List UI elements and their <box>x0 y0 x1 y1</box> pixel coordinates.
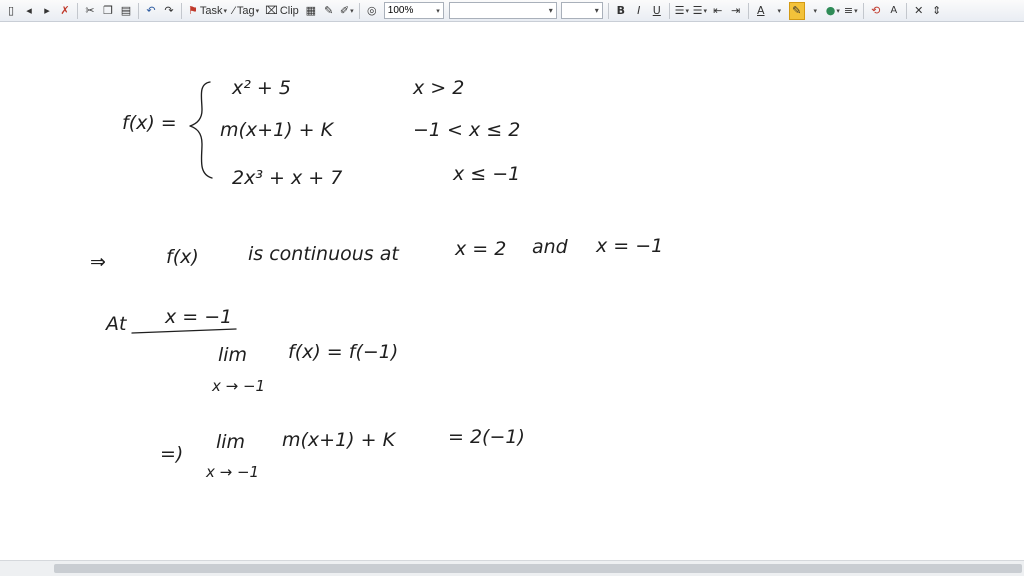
back-arrow-icon[interactable]: ◂ <box>21 2 37 20</box>
lasso-icon[interactable]: ⟲ <box>868 2 884 20</box>
close-icon[interactable]: ✕ <box>911 2 927 20</box>
at-value: x = −1 <box>164 306 232 328</box>
case3-cond: x ≤ −1 <box>452 163 520 185</box>
font-size-select[interactable]: ▾ <box>560 2 603 19</box>
table-icon[interactable]: ▦ <box>303 2 319 20</box>
brace-icon <box>189 81 213 179</box>
indent-icon[interactable]: ⇥ <box>728 2 744 20</box>
line-xm1: x = −1 <box>595 235 663 257</box>
font-color-icon[interactable]: A <box>753 2 769 20</box>
page-icon[interactable]: ▯ <box>3 2 19 20</box>
color-fill-icon[interactable]: ● ▾ <box>825 2 841 20</box>
lim2-eq: = 2(−1) <box>448 426 525 448</box>
tag-icon: ⁄ <box>233 4 235 17</box>
toolbar: ▯ ◂ ▸ ✗ ✂ ❐ ▤ ↶ ↷ ⚑ Task ▾ ⁄ Tag ▾ ⌧ Clip ▦ ✎… <box>0 0 1024 22</box>
lim2-word: lim <box>216 431 245 453</box>
line-x2: x = 2 <box>454 238 506 260</box>
insert-image-icon[interactable]: ✎ <box>321 2 337 20</box>
line-and: and <box>532 236 569 258</box>
outdent-icon[interactable]: ⇤ <box>710 2 726 20</box>
task-button[interactable]: ⚑ Task ▾ <box>186 2 229 20</box>
forward-arrow-icon[interactable]: ▸ <box>39 2 55 20</box>
bullets-icon[interactable]: ☰ ▾ <box>674 2 690 20</box>
case1-expr: x² + 5 <box>231 77 291 99</box>
paste-icon[interactable]: ▤ <box>118 2 134 20</box>
zoom-icon: ◎ <box>366 4 377 17</box>
case3-expr: 2x³ + x + 7 <box>232 167 342 189</box>
tag-button[interactable]: ⁄ Tag ▾ <box>231 2 261 20</box>
cut-icon[interactable]: ✂ <box>82 2 98 20</box>
text-size-icon[interactable]: A <box>886 2 902 20</box>
italic-button[interactable]: I <box>631 2 647 20</box>
case2-expr: m(x+1) + K <box>220 119 335 141</box>
copy-icon[interactable]: ❐ <box>100 2 116 20</box>
clip-icon: ⌧ <box>265 5 278 17</box>
note-canvas[interactable]: f(x) = x² + 5 x > 2 m(x+1) + K −1 < x ≤ … <box>0 22 1024 560</box>
numbering-icon[interactable]: ☰ ▾ <box>692 2 708 20</box>
line-continuous: is continuous at <box>248 243 400 265</box>
scrollbar-thumb[interactable] <box>54 564 1022 573</box>
zoom-select[interactable]: 100% ▾ <box>383 2 444 19</box>
pen-icon[interactable]: ✐ ▾ <box>339 2 355 20</box>
case2-cond: −1 < x ≤ 2 <box>413 119 520 141</box>
highlighter-icon[interactable]: ✎ <box>788 1 805 20</box>
clip-button[interactable]: ⌧ Clip <box>263 2 301 20</box>
redo-icon[interactable]: ↷ <box>161 2 177 20</box>
f-label: f(x) = <box>122 112 177 134</box>
font-family-select[interactable]: ▾ <box>448 2 557 19</box>
split-icon[interactable]: ⇕ <box>929 2 945 20</box>
implies-1: ⇒ <box>90 251 106 273</box>
lim2-sub: x → −1 <box>205 463 259 481</box>
underline-button[interactable]: U <box>649 2 665 20</box>
delete-page-icon[interactable]: ✗ <box>57 2 73 20</box>
line-fx: f(x) <box>166 246 199 268</box>
lim1-word: lim <box>218 344 247 366</box>
at-label: At <box>104 313 128 335</box>
bold-button[interactable]: B <box>613 2 629 20</box>
horizontal-scrollbar[interactable] <box>0 560 1024 576</box>
handwritten-note: f(x) = x² + 5 x > 2 m(x+1) + K −1 < x ≤ … <box>90 77 663 481</box>
lim2-rhs: m(x+1) + K <box>282 429 397 451</box>
implies-2: =) <box>160 443 183 465</box>
flag-icon: ⚑ <box>188 5 198 17</box>
line-style-icon[interactable]: ≡ ▾ <box>843 2 859 20</box>
undo-icon[interactable]: ↶ <box>143 2 159 20</box>
case1-cond: x > 2 <box>412 77 464 99</box>
lim1-rhs: f(x) = f(−1) <box>288 341 398 363</box>
underline-stroke <box>131 328 237 334</box>
lim1-sub: x → −1 <box>211 377 265 395</box>
